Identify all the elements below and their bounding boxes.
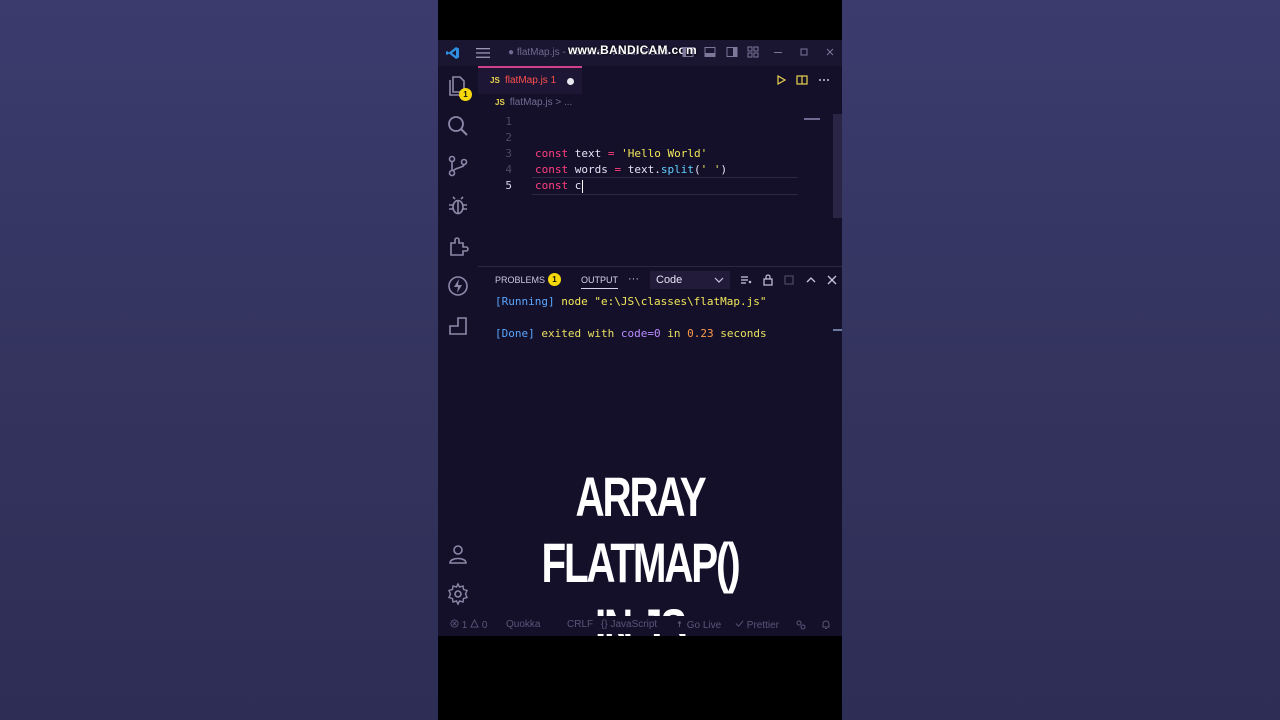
close-window-icon[interactable] (824, 46, 836, 58)
bandicam-watermark: www.BANDICAM.com (568, 43, 698, 57)
problems-badge: 1 (548, 273, 561, 286)
error-icon (450, 619, 459, 628)
close-panel-icon[interactable] (826, 274, 838, 286)
breadcrumb[interactable]: JS flatMap.js > ... (495, 97, 572, 111)
open-log-icon[interactable] (783, 274, 795, 286)
customize-layout-icon[interactable] (747, 46, 759, 58)
breadcrumb-file[interactable]: flatMap.js (510, 97, 553, 108)
explorer-badge: 1 (459, 88, 472, 101)
tab-label: flatMap.js 1 (505, 75, 557, 86)
breadcrumb-sep[interactable]: > ... (555, 97, 572, 108)
source-control-icon[interactable] (446, 154, 470, 178)
tab-output[interactable]: OUTPUT (581, 275, 618, 289)
menu-icon[interactable] (476, 47, 490, 59)
background-right (842, 0, 1280, 720)
code-text: const text = 'Hello World' (535, 147, 708, 160)
go-live-button[interactable]: Go Live (675, 619, 721, 631)
more-actions-icon[interactable] (818, 74, 830, 86)
vscode-logo-icon (446, 47, 459, 59)
layout-split-icon[interactable] (726, 46, 738, 58)
accounts-icon[interactable] (446, 542, 470, 566)
minimize-icon[interactable] (772, 46, 784, 58)
remote-explorer-icon[interactable] (446, 314, 470, 338)
eol-status[interactable]: CRLF (567, 619, 593, 630)
run-code-icon[interactable] (775, 74, 787, 86)
maximize-icon[interactable] (798, 46, 810, 58)
line-number: 1 (505, 115, 512, 128)
code-line: 4 const words = text.split(' ') (478, 162, 832, 178)
editor-scrollbar[interactable] (833, 114, 842, 218)
language-status[interactable]: {} JavaScript (601, 619, 657, 630)
activity-bar: 1 (438, 66, 478, 616)
chevron-down-icon (714, 277, 724, 283)
search-icon[interactable] (446, 114, 470, 138)
js-file-icon: JS (490, 76, 500, 85)
check-icon (735, 620, 744, 627)
vscode-window: ● flatMap.js - classes - Visual Studio w… (438, 40, 842, 636)
problems-status[interactable]: 1 0 (450, 618, 487, 631)
code-line: 3 const text = 'Hello World' (478, 146, 832, 162)
tab-problems[interactable]: PROBLEMS (495, 275, 545, 285)
clear-output-icon[interactable] (740, 274, 752, 286)
minimap[interactable] (804, 118, 820, 120)
prettier-status[interactable]: Prettier (735, 619, 779, 631)
overlay-line: ARRAY (575, 465, 707, 528)
background-left (0, 0, 438, 720)
js-file-icon: JS (495, 98, 505, 107)
line-number: 2 (505, 131, 512, 144)
output-line-running: [Running] node "e:\JS\classes\flatMap.js… (495, 295, 767, 308)
feedback-icon[interactable] (796, 620, 806, 630)
maximize-panel-icon[interactable] (805, 274, 817, 286)
video-frame: ● flatMap.js - classes - Visual Studio w… (438, 0, 842, 720)
code-line-current: 5 const c (478, 177, 832, 195)
title-bar: ● flatMap.js - classes - Visual Studio w… (438, 40, 842, 66)
code-line: 2 (478, 130, 832, 146)
output-line-done: [Done] exited with code=0 in 0.23 second… (495, 327, 767, 340)
output-channel-select[interactable]: Code (650, 271, 730, 289)
settings-gear-icon[interactable] (446, 582, 470, 606)
select-value: Code (656, 274, 683, 286)
overlay-line: FLATMAP() (541, 531, 740, 594)
tab-flatmap-js[interactable]: JS flatMap.js 1 (478, 66, 582, 94)
thunder-client-icon[interactable] (446, 274, 470, 298)
text-caret (582, 179, 584, 193)
panel-more-icon[interactable]: ··· (628, 273, 639, 285)
line-number: 3 (505, 147, 512, 160)
code-text: const c (535, 179, 584, 193)
status-bar: 1 0 Quokka CRLF {} JavaScript Go Live Pr… (438, 616, 842, 634)
quokka-status[interactable]: Quokka (506, 619, 540, 630)
split-editor-icon[interactable] (796, 74, 808, 86)
layout-panel-icon[interactable] (704, 46, 716, 58)
code-editor[interactable]: 1 2 3 const text = 'Hello World' 4 const… (478, 114, 832, 260)
line-number: 5 (505, 179, 512, 192)
notifications-bell-icon[interactable] (821, 620, 831, 630)
code-line: 1 (478, 114, 832, 130)
video-title-overlay: ARRAY FLATMAP() IN JS (495, 464, 786, 636)
line-number: 4 (505, 163, 512, 176)
code-text: const words = text.split(' ') (535, 163, 728, 176)
run-debug-icon[interactable] (446, 194, 470, 218)
broadcast-icon (678, 621, 681, 628)
unsaved-dot-icon[interactable] (567, 78, 574, 85)
layout-sidebar-icon[interactable] (682, 46, 694, 58)
warning-icon (470, 618, 479, 628)
lock-icon[interactable] (762, 274, 774, 286)
extensions-icon[interactable] (446, 234, 470, 258)
panel-scrollbar[interactable] (833, 329, 842, 357)
braces-icon: {} (601, 619, 608, 630)
editor-tabs: JS flatMap.js 1 (478, 66, 842, 94)
